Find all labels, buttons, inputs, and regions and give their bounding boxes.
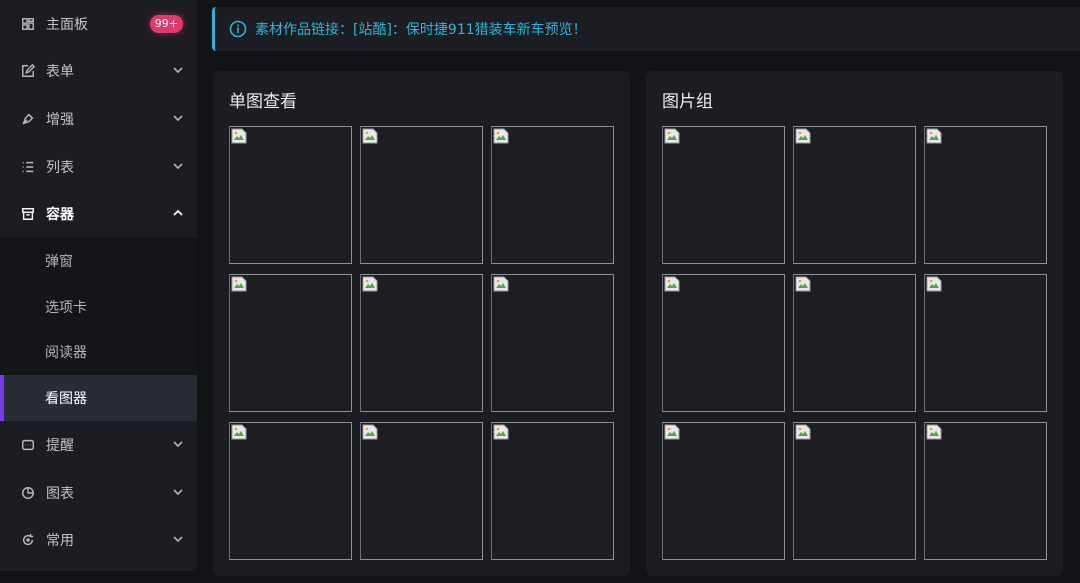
chevron-down-icon (173, 63, 183, 79)
image-thumbnail[interactable] (793, 126, 916, 264)
submenu-container: 弹窗 选项卡 阅读器 看图器 (0, 237, 197, 422)
submenu-item-tabs[interactable]: 选项卡 (0, 284, 197, 330)
dashboard-icon (20, 16, 36, 32)
sidebar-item-label: 表单 (46, 64, 74, 81)
image-thumbnail[interactable] (360, 126, 483, 264)
broken-image-icon (231, 276, 247, 292)
broken-image-icon (795, 276, 811, 292)
sidebar-item-enhance[interactable]: 增强 (0, 95, 197, 143)
info-alert: 素材作品链接：[站酷]：保时捷911猎装车新车预览！ (212, 7, 1080, 51)
image-thumbnail[interactable] (360, 274, 483, 412)
sidebar-item-label: 图表 (46, 485, 74, 502)
notification-badge: 99+ (149, 14, 183, 33)
pie-chart-icon (20, 485, 36, 501)
broken-image-icon (362, 276, 378, 292)
refresh-icon (20, 532, 36, 548)
sidebar-item-notice[interactable]: 提醒 (0, 421, 197, 469)
broken-image-icon (362, 128, 378, 144)
archive-icon (20, 206, 36, 222)
chevron-down-icon (173, 437, 183, 453)
image-thumbnail[interactable] (662, 274, 785, 412)
sidebar-item-list[interactable]: 列表 (0, 143, 197, 191)
image-thumbnail[interactable] (662, 126, 785, 264)
chevron-down-icon (173, 485, 183, 501)
sidebar-item-label: 容器 (46, 207, 74, 224)
broken-image-icon (231, 128, 247, 144)
pen-icon (20, 111, 36, 127)
submenu-item-image-viewer[interactable]: 看图器 (0, 375, 197, 422)
sidebar-item-dashboard[interactable]: 主面板 99+ (0, 0, 197, 48)
image-thumbnail[interactable] (924, 274, 1047, 412)
broken-image-icon (926, 128, 942, 144)
broken-image-icon (493, 276, 509, 292)
image-thumbnail[interactable] (662, 422, 785, 560)
edit-icon (20, 63, 36, 79)
chevron-down-icon (173, 532, 183, 548)
image-thumbnail[interactable] (229, 126, 352, 264)
image-grid (229, 126, 614, 560)
sidebar-item-common[interactable]: 常用 (0, 516, 197, 564)
sidebar-item-label: 提醒 (46, 437, 74, 454)
image-thumbnail[interactable] (360, 422, 483, 560)
submenu-item-reader[interactable]: 阅读器 (0, 330, 197, 376)
broken-image-icon (926, 424, 942, 440)
sidebar-item-form[interactable]: 表单 (0, 48, 197, 96)
image-thumbnail[interactable] (924, 126, 1047, 264)
image-thumbnail[interactable] (229, 274, 352, 412)
image-thumbnail[interactable] (229, 422, 352, 560)
message-icon (20, 437, 36, 453)
chevron-down-icon (173, 111, 183, 127)
image-thumbnail[interactable] (793, 274, 916, 412)
info-icon (229, 20, 247, 38)
image-thumbnail[interactable] (924, 422, 1047, 560)
sidebar-item-label: 常用 (46, 533, 74, 550)
alert-link-text[interactable]: 素材作品链接：[站酷]：保时捷911猎装车新车预览！ (255, 19, 587, 39)
sidebar-item-container[interactable]: 容器 (0, 190, 197, 238)
image-thumbnail[interactable] (491, 422, 614, 560)
image-thumbnail[interactable] (491, 126, 614, 264)
broken-image-icon (795, 424, 811, 440)
broken-image-icon (493, 128, 509, 144)
broken-image-icon (493, 424, 509, 440)
image-thumbnail[interactable] (793, 422, 916, 560)
image-thumbnail[interactable] (491, 274, 614, 412)
broken-image-icon (664, 128, 680, 144)
submenu-item-label: 看图器 (45, 391, 87, 408)
sidebar-item-label: 主面板 (46, 16, 88, 33)
submenu-item-label: 选项卡 (45, 299, 87, 316)
broken-image-icon (664, 424, 680, 440)
submenu-item-label: 弹窗 (45, 253, 73, 270)
image-grid (662, 126, 1047, 560)
card-title: 图片组 (662, 92, 713, 112)
sidebar-item-chart[interactable]: 图表 (0, 469, 197, 517)
chevron-down-icon (173, 159, 183, 175)
image-group-card: 图片组 (646, 71, 1063, 576)
list-icon (20, 159, 36, 175)
broken-image-icon (795, 128, 811, 144)
submenu-item-dialog[interactable]: 弹窗 (0, 238, 197, 284)
broken-image-icon (926, 276, 942, 292)
sidebar-item-label: 列表 (46, 159, 74, 176)
broken-image-icon (362, 424, 378, 440)
single-image-card: 单图查看 (213, 71, 630, 576)
chevron-up-icon (173, 206, 183, 222)
sidebar-item-label: 增强 (46, 111, 74, 128)
broken-image-icon (664, 276, 680, 292)
submenu-item-label: 阅读器 (45, 345, 87, 362)
card-title: 单图查看 (229, 92, 297, 112)
app-root: 主面板 99+ 表单 增强 列表 容器 弹窗 选项卡 阅读器 看图器 提醒 图表… (0, 0, 1080, 583)
sidebar: 主面板 99+ 表单 增强 列表 容器 弹窗 选项卡 阅读器 看图器 提醒 图表… (0, 0, 197, 571)
broken-image-icon (231, 424, 247, 440)
